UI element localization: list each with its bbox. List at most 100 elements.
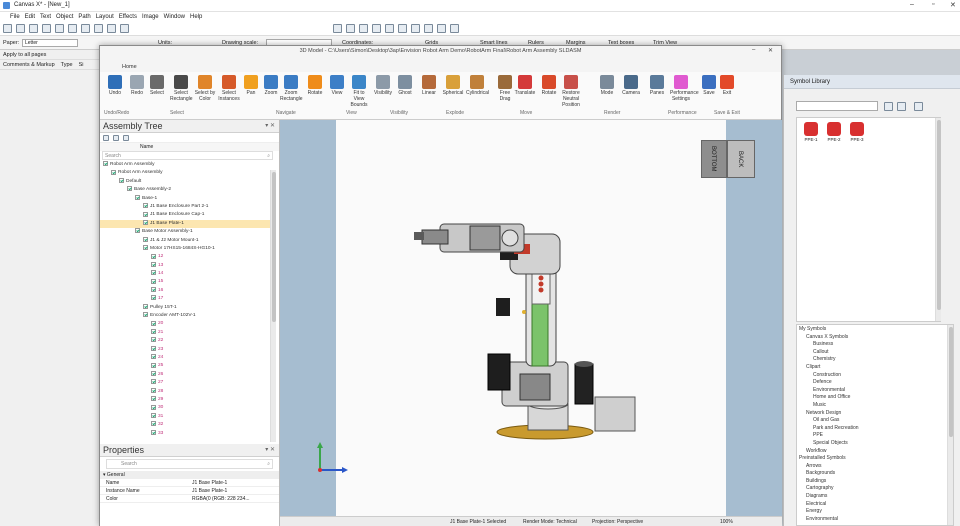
symbol-tree-item[interactable]: Diagrams: [799, 493, 953, 501]
menu-effects[interactable]: Effects: [119, 14, 137, 20]
ribbon-button-cylindrical[interactable]: Cylindrical: [466, 75, 489, 96]
tree-checkbox[interactable]: [151, 354, 156, 360]
tree-row[interactable]: 29: [100, 396, 271, 404]
tree-row[interactable]: 24: [100, 354, 271, 362]
tree-row[interactable]: 33: [100, 429, 271, 438]
ribbon-button-zoom[interactable]: Zoom: [260, 75, 282, 96]
tab-type[interactable]: Type: [61, 60, 73, 70]
symbol-tree-item[interactable]: My Symbols: [799, 326, 953, 334]
panel-pin-icon[interactable]: ▾ ✕: [265, 120, 275, 133]
tree-row[interactable]: 31: [100, 412, 271, 421]
tree-checkbox[interactable]: [151, 320, 156, 326]
open-doc-icon[interactable]: [16, 24, 25, 33]
tree-row[interactable]: 27: [100, 379, 271, 387]
ribbon-button-performance-settings[interactable]: Performance Settings: [670, 75, 699, 102]
ribbon-button-zoom-rectangle[interactable]: Zoom Rectangle: [280, 75, 303, 102]
tree-checkbox[interactable]: [119, 178, 124, 184]
tree-row[interactable]: Robot Arm Assembly: [100, 161, 271, 169]
symbol-tree-item[interactable]: Home and Office: [799, 394, 953, 402]
symbol-item[interactable]: PPE-1: [800, 120, 822, 150]
ribbon-button-restore-neutral-position[interactable]: Restore Neutral Position: [560, 75, 582, 108]
symbol-tree-item[interactable]: Canvas X Symbols: [799, 334, 953, 342]
tree-checkbox[interactable]: [143, 312, 148, 318]
ribbon-button-spherical[interactable]: Spherical: [442, 75, 464, 96]
symbol-tree-item[interactable]: Network Design: [799, 410, 953, 418]
tree-checkbox[interactable]: [103, 161, 108, 167]
tool-b-icon[interactable]: [346, 24, 355, 33]
redo-app-icon[interactable]: [120, 24, 129, 33]
symbol-grid-scrollbar[interactable]: [935, 118, 941, 321]
ribbon-button-camera[interactable]: Camera: [620, 75, 642, 96]
tree-row[interactable]: 25: [100, 362, 271, 370]
ribbon-button-exit[interactable]: Exit: [716, 75, 738, 96]
symbol-item[interactable]: PPE-2: [823, 120, 845, 150]
tree-row[interactable]: 22: [100, 337, 271, 345]
symbol-item[interactable]: PPE-3: [846, 120, 868, 150]
model-minimize-icon[interactable]: –: [752, 47, 755, 53]
properties-section[interactable]: ▾ General: [100, 471, 279, 479]
tree-row[interactable]: Motor 17HS15-1684S-HG10-1: [100, 245, 271, 253]
tree-row[interactable]: 23: [100, 345, 271, 354]
tree-row[interactable]: 12: [100, 253, 271, 261]
symbol-tree-item[interactable]: Arrows: [799, 463, 953, 471]
tree-row[interactable]: 20: [100, 320, 271, 328]
tree-row[interactable]: J1 Base Plate-1: [100, 219, 271, 229]
tree-row[interactable]: 26: [100, 371, 271, 379]
tree-search-input[interactable]: Search ⌕: [102, 151, 273, 160]
tree-checkbox[interactable]: [135, 194, 140, 200]
tool-f-icon[interactable]: [398, 24, 407, 33]
ribbon-button-redo[interactable]: Redo: [126, 75, 148, 96]
menu-path[interactable]: Path: [78, 14, 90, 20]
tree-row[interactable]: 14: [100, 270, 271, 278]
tree-row[interactable]: 17: [100, 295, 271, 303]
symbol-tree-item[interactable]: Callout: [799, 349, 953, 357]
tree-checkbox[interactable]: [143, 219, 148, 225]
menu-text[interactable]: Text: [40, 14, 51, 20]
symbol-tree-item[interactable]: Construction: [799, 372, 953, 380]
symbol-tree-scrollbar[interactable]: [947, 325, 953, 525]
ribbon-button-fit-to-view-bounds[interactable]: Fit to View Bounds: [348, 75, 370, 108]
ribbon-button-mode[interactable]: Mode: [596, 75, 618, 96]
ribbon-button-free-drag[interactable]: Free Drag: [494, 75, 516, 102]
tree-row[interactable]: 28: [100, 387, 271, 396]
tree-row[interactable]: Default: [100, 178, 271, 186]
copy-icon[interactable]: [81, 24, 90, 33]
symbol-tree-item[interactable]: Special Objects: [799, 440, 953, 448]
tree-checkbox[interactable]: [151, 278, 156, 284]
robot-arm-model[interactable]: [410, 204, 660, 444]
tool-h-icon[interactable]: [424, 24, 433, 33]
props-pin-icon[interactable]: ▾ ✕: [265, 444, 275, 457]
tree-checkbox[interactable]: [151, 345, 156, 351]
tree-checkbox[interactable]: [143, 245, 148, 251]
maximize-icon[interactable]: ▫: [932, 1, 934, 8]
tree-checkbox[interactable]: [143, 211, 148, 217]
tree-checkbox[interactable]: [151, 362, 156, 368]
menu-window[interactable]: Window: [164, 14, 185, 20]
tree-row[interactable]: Base Assembly-2: [100, 186, 271, 194]
symbol-tree-item[interactable]: Energy: [799, 508, 953, 516]
tool-a-icon[interactable]: [333, 24, 342, 33]
paste-icon[interactable]: [94, 24, 103, 33]
tree-row[interactable]: J1 & J2 Motor Mount-1: [100, 236, 271, 245]
tree-row[interactable]: 21: [100, 329, 271, 337]
symbol-tree-item[interactable]: Oil and Gas: [799, 417, 953, 425]
3d-viewport[interactable]: BOTTOM BACK: [280, 120, 782, 516]
tree-row[interactable]: 16: [100, 287, 271, 295]
symbol-tree-item[interactable]: Park and Recreation: [799, 425, 953, 433]
menu-image[interactable]: Image: [142, 14, 159, 20]
menu-help[interactable]: Help: [190, 14, 202, 20]
undo-app-icon[interactable]: [107, 24, 116, 33]
ribbon-button-panes[interactable]: Panes: [646, 75, 668, 96]
ribbon-button-view[interactable]: View: [326, 75, 348, 96]
minimize-icon[interactable]: –: [910, 1, 914, 8]
symbol-list-icon[interactable]: [897, 102, 906, 111]
properties-search-input[interactable]: Search ⌕: [106, 459, 273, 469]
tree-checkbox[interactable]: [151, 261, 156, 267]
export-icon[interactable]: [55, 24, 64, 33]
tree-checkbox[interactable]: [151, 404, 156, 410]
tree-checkbox[interactable]: [151, 379, 156, 385]
menu-object[interactable]: Object: [56, 14, 73, 20]
tool-e-icon[interactable]: [385, 24, 394, 33]
ribbon-button-rotate[interactable]: Rotate: [538, 75, 560, 96]
symbol-tree-item[interactable]: Music: [799, 402, 953, 410]
